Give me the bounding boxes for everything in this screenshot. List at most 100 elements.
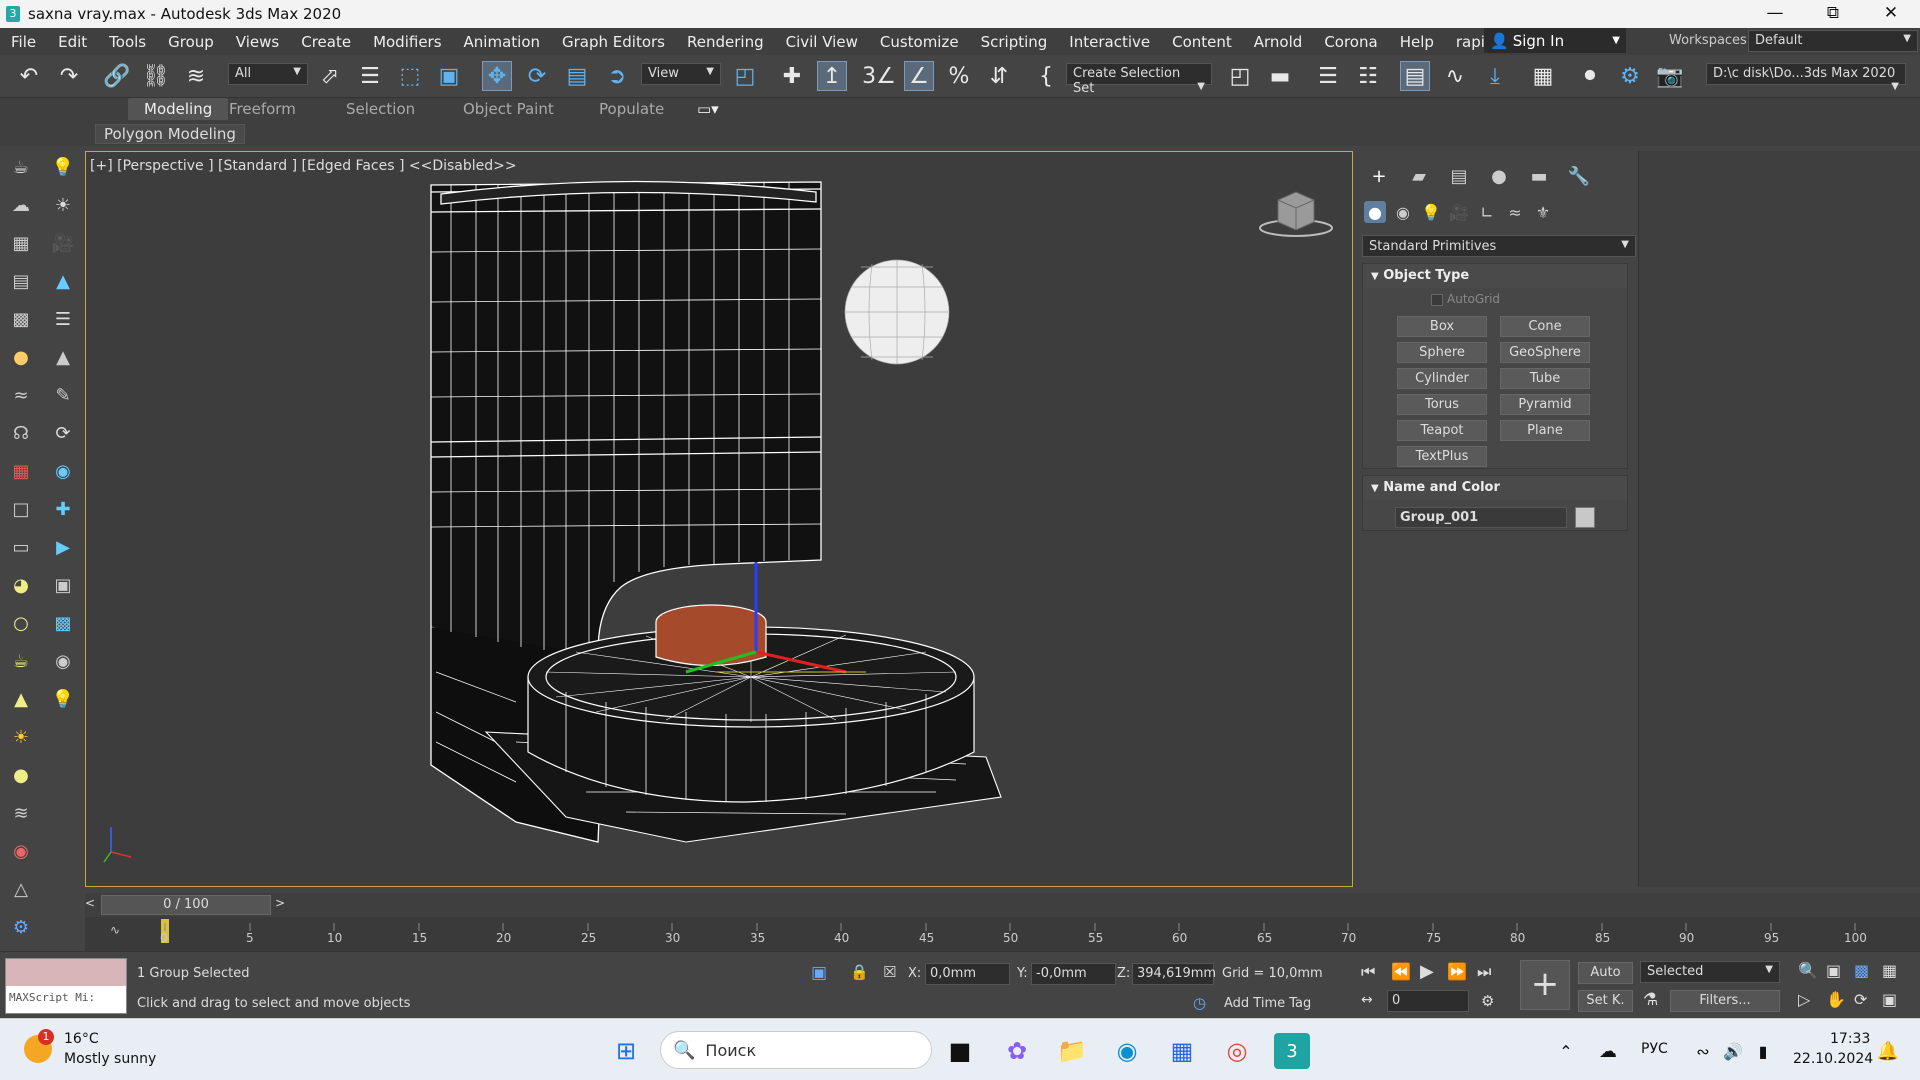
plane-button[interactable]: Plane [1500,420,1590,441]
unlink-icon[interactable]: ⛓ [141,61,171,91]
document-icon[interactable]: ▤ [8,268,34,294]
start-windows-icon[interactable]: ⊞ [608,1033,644,1069]
list-icon[interactable]: ☰ [50,306,76,332]
cone-button[interactable]: Cone [1500,316,1590,337]
previous-key-icon[interactable]: ⏪ [1391,962,1411,981]
reset-icon[interactable]: ⟳ [50,420,76,446]
sphere-light-icon[interactable]: ○ [8,610,34,636]
globe-icon[interactable]: ◉ [50,458,76,484]
menu-edit[interactable]: Edit [47,33,98,51]
link-icon[interactable]: 🔗 [102,61,132,91]
camera-icon[interactable]: 🎥 [50,230,76,256]
weather-desc[interactable]: Mostly sunny [64,1051,156,1067]
x-coordinate-field[interactable]: 0,0mm [925,963,1010,985]
prev-frame-icon[interactable]: < [85,896,99,910]
autogrid-checkbox[interactable] [1431,294,1443,306]
window-crossing-icon[interactable]: ▣ [434,61,464,91]
dome-icon[interactable]: ◕ [8,572,34,598]
menu-arnold[interactable]: Arnold [1243,33,1314,51]
schematic-view-icon[interactable]: ▦ [1528,61,1558,91]
sun-light-icon[interactable]: ☀ [8,724,34,750]
angle-snap-icon[interactable]: ∠ [904,61,934,91]
headphones-icon[interactable]: ☊ [8,420,34,446]
next-frame-icon[interactable]: > [275,896,289,910]
zoom-icon[interactable]: 🔍 [1798,961,1818,980]
menu-tools[interactable]: Tools [98,33,157,51]
select-by-name-icon[interactable]: ☰ [355,61,385,91]
sign-in-button[interactable]: 👤 Sign In ▼ [1484,28,1626,53]
spinner-snap-icon[interactable]: ⇵ [984,61,1014,91]
menu-civil-view[interactable]: Civil View [775,33,869,51]
modify-tab-icon[interactable]: ▰ [1406,165,1432,187]
projector-icon[interactable]: ▣ [50,572,76,598]
field-of-view-icon[interactable]: ▷ [1798,990,1810,1009]
systems-icon[interactable]: ⚜ [1532,201,1554,223]
shapes-icon[interactable]: ◉ [1392,201,1414,223]
bulb-icon[interactable]: 💡 [50,686,76,712]
motion-tab-icon[interactable]: ● [1486,165,1512,187]
menu-help[interactable]: Help [1389,33,1445,51]
layer-explorer-icon[interactable]: ☷ [1353,61,1383,91]
project-path-dropdown[interactable]: D:\c disk\Do...3ds Max 2020 ▼ [1706,63,1906,92]
show-hidden-icons-chevron-icon[interactable]: ⌃ [1548,1033,1584,1069]
isolate-selection-icon[interactable]: ▣ [811,963,827,983]
rectangular-selection-icon[interactable]: ⬚ [395,61,425,91]
menu-customize[interactable]: Customize [869,33,970,51]
filters-button[interactable]: Filters... [1670,990,1780,1012]
lights-icon[interactable]: 💡 [1420,201,1442,223]
onedrive-icon[interactable]: ☁ [1590,1033,1626,1069]
menu-file[interactable]: File [0,33,47,51]
move-icon[interactable]: ✚ [50,496,76,522]
reference-coordinate-dropdown[interactable]: View ▼ [641,63,721,85]
time-slider[interactable]: 0 / 100 [101,895,271,915]
torus-button[interactable]: Torus [1397,394,1487,415]
snaps-toggle-icon[interactable]: 3∠ [862,61,896,91]
settings-gear-icon[interactable]: ⚙ [8,914,34,940]
menu-rendering[interactable]: Rendering [676,33,775,51]
object-name-field[interactable]: Group_001 [1395,507,1567,528]
object-color-swatch[interactable] [1575,507,1595,528]
hair-icon[interactable]: ≋ [8,800,34,826]
z-coordinate-field[interactable]: 394,619mm [1132,963,1216,985]
orbit-icon[interactable]: ⟳ [1854,990,1867,1009]
object-type-header[interactable]: ▼ Object Type [1363,264,1627,288]
weather-temp[interactable]: 16°C [64,1031,99,1047]
select-scale-icon[interactable]: ▤ [562,61,592,91]
absolute-mode-icon[interactable]: ☒ [883,963,896,981]
next-key-icon[interactable]: ⏩ [1447,962,1467,981]
pan-hand-icon[interactable]: ✋ [1826,990,1846,1009]
fog-icon[interactable]: ≈ [8,382,34,408]
lock-icon[interactable]: 🔒 [850,963,869,981]
spot-light-icon[interactable]: ▲ [8,686,34,712]
scene-explorer-icon[interactable]: ☰ [1313,61,1343,91]
select-manipulate-icon[interactable]: ✚ [777,61,807,91]
select-place-icon[interactable]: ➲ [602,61,632,91]
primitives-category-dropdown[interactable]: Standard Primitives ▼ [1362,235,1636,257]
particle-icon[interactable]: ◉ [8,838,34,864]
cameras-icon[interactable]: 🎥 [1448,201,1470,223]
tree-icon[interactable]: ▲ [50,268,76,294]
chart-icon[interactable]: ▦ [8,458,34,484]
teapot-light-icon[interactable]: ☕ [8,648,34,674]
restore-icon[interactable]: ⧉ [1804,0,1862,28]
render-window-icon[interactable]: ▩ [8,306,34,332]
viewcube[interactable] [1259,191,1333,237]
taskbar-search[interactable]: 🔍 Поиск [660,1031,932,1069]
menu-animation[interactable]: Animation [453,33,551,51]
go-to-end-icon[interactable]: ⏭ [1477,962,1491,982]
polygon-modeling-panel[interactable]: Polygon Modeling [95,124,245,144]
geosphere-button[interactable]: GeoSphere [1500,342,1590,363]
bind-space-warp-icon[interactable]: ≋ [181,61,211,91]
time-config-icon[interactable]: ⚙ [1481,992,1494,1010]
pivot-center-icon[interactable]: ◰ [730,61,760,91]
menu-group[interactable]: Group [157,33,225,51]
menu-scripting[interactable]: Scripting [970,33,1059,51]
screen-icon[interactable]: ▩ [50,610,76,636]
ribbon-toggle-icon[interactable]: ▤ [1400,61,1430,91]
play-icon[interactable]: ▶ [1420,961,1434,982]
3dsmax-taskbar-icon[interactable]: 3 [1274,1033,1310,1069]
tab-modeling[interactable]: Modeling [128,98,229,120]
hierarchy-tab-icon[interactable]: ▤ [1446,165,1472,187]
align-icon[interactable]: ▬ [1265,61,1295,91]
cloud-icon[interactable]: ☁ [8,192,34,218]
